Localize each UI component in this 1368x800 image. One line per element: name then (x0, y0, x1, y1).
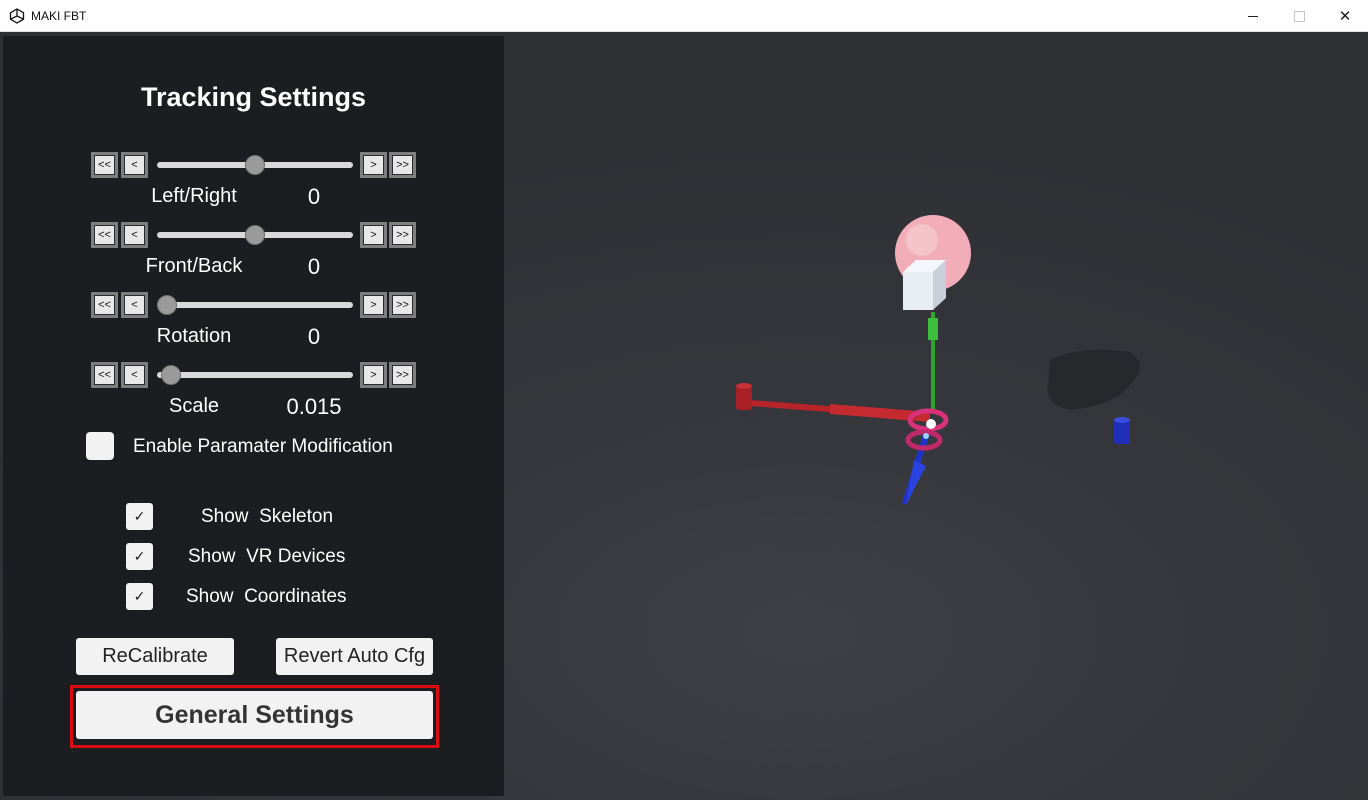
check-icon: ✓ (133, 548, 146, 564)
close-button[interactable]: ✕ (1322, 0, 1368, 32)
scale-slider[interactable] (157, 372, 353, 378)
scale-fast-back-button[interactable]: << (91, 362, 118, 388)
rotation-forward-icon: > (364, 296, 383, 314)
shadow-blob (1047, 349, 1140, 410)
front-back-value: 0 (307, 254, 321, 279)
highlight-box (70, 685, 439, 748)
left-right-back-icon: < (125, 156, 144, 174)
show-coordinates-label: Show Coordinates (186, 586, 347, 607)
scale-back-button[interactable]: < (121, 362, 148, 388)
maximize-button[interactable] (1276, 0, 1322, 32)
scale-fast-forward-button[interactable]: >> (389, 362, 416, 388)
rotation-back-icon: < (125, 296, 144, 314)
rotation-forward-button[interactable]: > (360, 292, 387, 318)
z-marker (1114, 420, 1130, 444)
show-coordinates-checkbox[interactable]: ✓ (126, 583, 153, 610)
rotation-slider-thumb[interactable] (157, 295, 177, 315)
scale-value: 0.015 (286, 394, 342, 419)
recalibrate-button[interactable]: ReCalibrate (76, 638, 234, 675)
left-right-fast-forward-button[interactable]: >> (389, 152, 416, 178)
left-right-value: 0 (307, 184, 321, 209)
show-vr-devices-label: Show VR Devices (188, 546, 346, 567)
front-back-fast-back-button[interactable]: << (91, 222, 118, 248)
front-back-fast-forward-button[interactable]: >> (389, 222, 416, 248)
rotation-fast-forward-button[interactable]: >> (389, 292, 416, 318)
front-back-fast-back-icon: << (95, 226, 114, 244)
rotation-fast-back-button[interactable]: << (91, 292, 118, 318)
left-right-forward-icon: > (364, 156, 383, 174)
left-right-forward-button[interactable]: > (360, 152, 387, 178)
rotation-fast-forward-icon: >> (393, 296, 412, 314)
front-back-forward-icon: > (364, 226, 383, 244)
scale-fast-forward-icon: >> (393, 366, 412, 384)
show-skeleton-label: Show Skeleton (201, 506, 334, 527)
front-back-slider-thumb[interactable] (245, 225, 265, 245)
show-vr-devices-checkbox[interactable]: ✓ (126, 543, 153, 570)
left-right-fast-forward-icon: >> (393, 156, 412, 174)
title-bar: MAKI FBT ✕ (0, 0, 1368, 32)
left-right-fast-back-icon: << (95, 156, 114, 174)
scale-forward-icon: > (364, 366, 383, 384)
front-back-fast-forward-icon: >> (393, 226, 412, 244)
left-right-slider-thumb[interactable] (245, 155, 265, 175)
unity-logo-icon (9, 8, 25, 24)
left-right-fast-back-button[interactable]: << (91, 152, 118, 178)
rotation-slider[interactable] (157, 302, 353, 308)
left-right-back-button[interactable]: < (121, 152, 148, 178)
scale-slider-thumb[interactable] (161, 365, 181, 385)
minimize-icon (1248, 15, 1258, 17)
maximize-icon (1293, 10, 1305, 22)
close-icon: ✕ (1338, 8, 1352, 25)
show-skeleton-checkbox[interactable]: ✓ (126, 503, 153, 530)
front-back-forward-button[interactable]: > (360, 222, 387, 248)
revert-auto-cfg-button[interactable]: Revert Auto Cfg (276, 638, 433, 675)
scale-fast-back-icon: << (95, 366, 114, 384)
enable-param-checkbox[interactable] (86, 432, 114, 460)
panel-title: Tracking Settings (140, 82, 367, 112)
enable-param-label: Enable Paramater Modification (133, 436, 393, 457)
x-marker (736, 386, 752, 410)
front-back-back-icon: < (125, 226, 144, 244)
rotation-fast-back-icon: << (95, 296, 114, 314)
check-icon: ✓ (133, 508, 146, 524)
check-icon: ✓ (133, 588, 146, 604)
scale-forward-button[interactable]: > (360, 362, 387, 388)
scale-back-icon: < (125, 366, 144, 384)
minimize-button[interactable] (1230, 0, 1276, 32)
front-back-back-button[interactable]: < (121, 222, 148, 248)
window-title: MAKI FBT (31, 9, 87, 23)
rotation-back-button[interactable]: < (121, 292, 148, 318)
rotation-value: 0 (307, 324, 321, 349)
